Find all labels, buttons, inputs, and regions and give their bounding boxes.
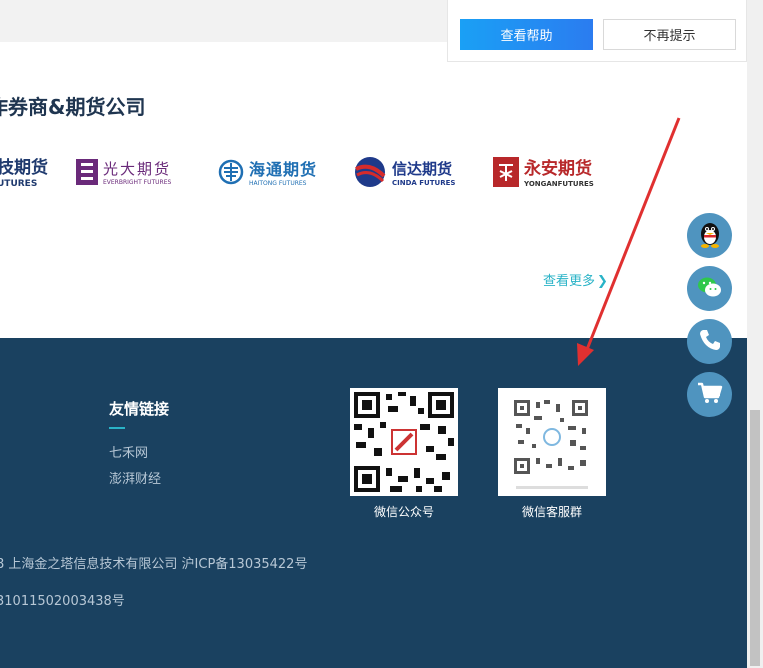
- wechat-button[interactable]: [687, 266, 732, 311]
- wechat-icon: [697, 275, 723, 303]
- phone-icon: [698, 328, 722, 356]
- cart-icon: [697, 381, 723, 409]
- scrollbar-thumb[interactable]: [750, 410, 760, 666]
- phone-button[interactable]: [687, 319, 732, 364]
- qq-button[interactable]: [687, 213, 732, 258]
- red-arrow-icon: [577, 117, 681, 366]
- cart-button[interactable]: [687, 372, 732, 417]
- qq-penguin-icon: [697, 220, 723, 252]
